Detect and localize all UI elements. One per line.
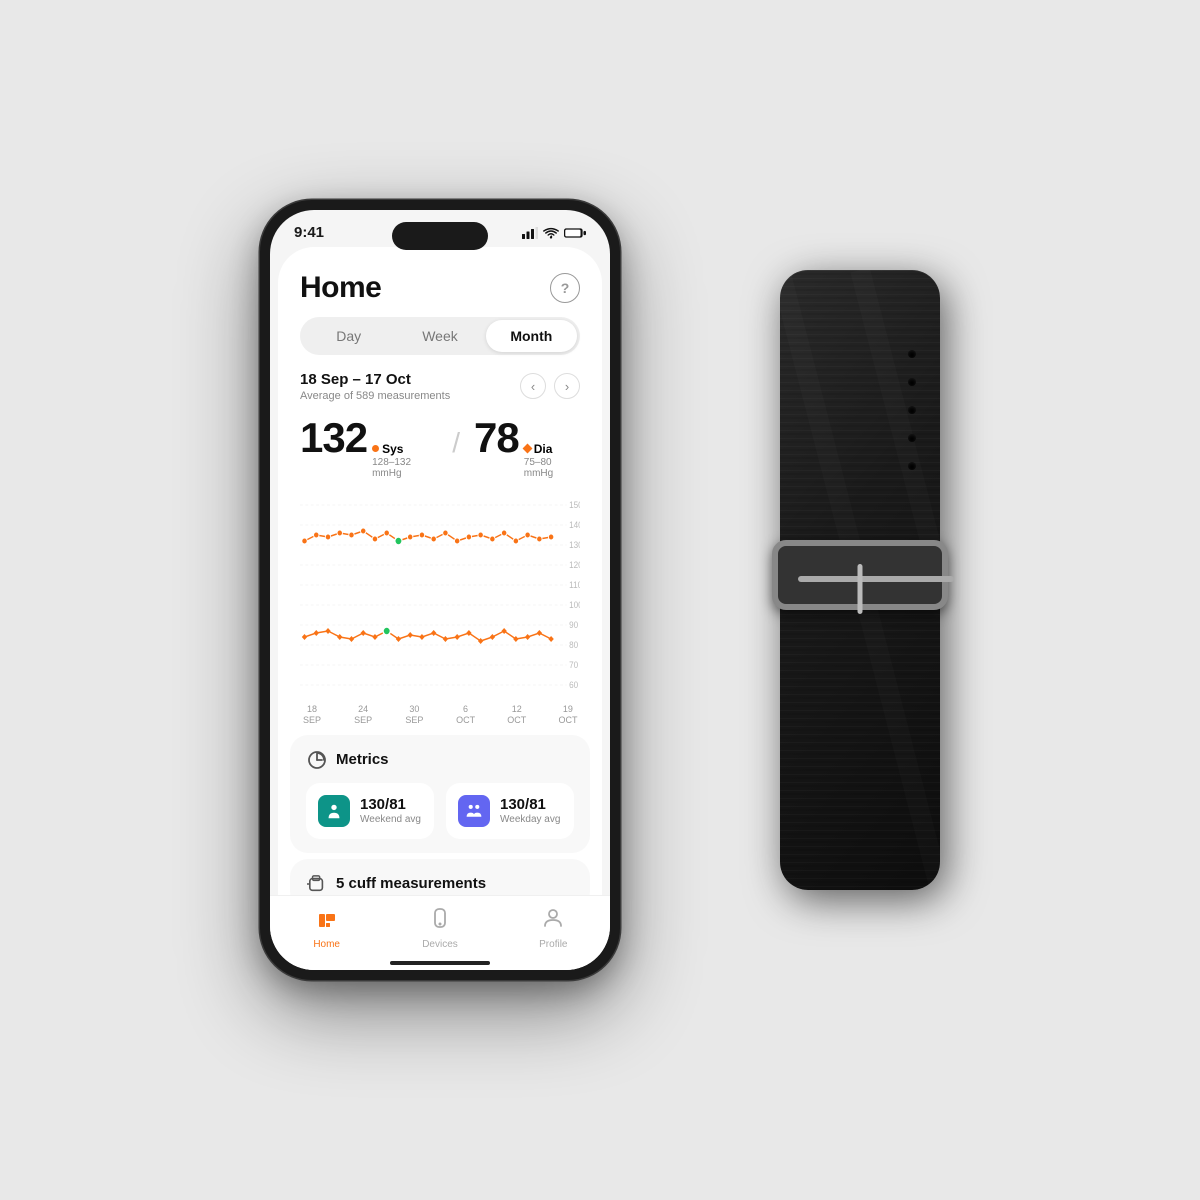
band-holes: [908, 350, 916, 470]
prev-arrow[interactable]: ‹: [520, 373, 546, 399]
dia-value: 78: [474, 414, 519, 462]
sys-group: 132 Sys 128–132 mmHg: [300, 414, 438, 479]
date-sub: Average of 589 measurements: [300, 390, 450, 402]
weekend-metric: 130/81 Weekend avg: [306, 783, 434, 839]
profile-nav-label: Profile: [539, 939, 567, 950]
notch: [392, 222, 488, 250]
nav-home[interactable]: Home: [278, 906, 383, 950]
weekday-icon: [458, 795, 490, 827]
x-label-3: 30SEP: [402, 704, 426, 727]
watch-band: [760, 270, 970, 950]
x-label-4: 6OCT: [454, 704, 478, 727]
status-time: 9:41: [294, 224, 324, 241]
date-label: 18 Sep – 17 Oct: [300, 371, 450, 388]
weekend-icon: [318, 795, 350, 827]
sys-range: 128–132 mmHg: [372, 457, 438, 479]
devices-nav-icon: [428, 906, 452, 936]
cuff-title: 5 cuff measurements: [336, 875, 486, 892]
svg-text:110: 110: [569, 579, 580, 589]
home-nav-icon: [315, 906, 339, 936]
weekend-label: Weekend avg: [360, 814, 421, 825]
band-hole-3: [908, 406, 916, 414]
weekday-metric: 130/81 Weekday avg: [446, 783, 574, 839]
chart-container: 150 140 130 120 110 100 90 80 70 60: [278, 489, 602, 700]
app-title: Home: [300, 271, 381, 305]
battery-icon: [564, 227, 586, 239]
dia-label: Dia: [524, 442, 580, 456]
svg-text:90: 90: [569, 619, 578, 629]
scene: 9:41: [200, 150, 1000, 1050]
x-label-2: 24SEP: [351, 704, 375, 727]
metrics-title: Metrics: [336, 751, 389, 768]
dia-range: 75–80 mmHg: [524, 457, 580, 479]
status-bar: 9:41: [270, 210, 610, 241]
tab-month[interactable]: Month: [486, 320, 577, 352]
metrics-card: Metrics 13: [290, 735, 590, 853]
bp-chart: 150 140 130 120 110 100 90 80 70 60: [300, 489, 580, 689]
help-button[interactable]: ?: [550, 273, 580, 303]
phone-inner: 9:41: [270, 210, 610, 970]
bottom-nav: Home Devices: [278, 895, 602, 970]
x-label-6: 19OCT: [556, 704, 580, 727]
buckle-pin: [858, 564, 863, 614]
screen: Home ? Day Week Month: [278, 247, 602, 970]
weekday-value: 130/81: [500, 796, 560, 813]
svg-text:120: 120: [569, 559, 580, 569]
status-icons: [522, 227, 586, 239]
weekend-value: 130/81: [360, 796, 421, 813]
bp-reading: 132 Sys 128–132 mmHg / 78: [278, 410, 602, 489]
band-buckle: [762, 530, 958, 620]
next-arrow[interactable]: ›: [554, 373, 580, 399]
metrics-icon: [306, 749, 328, 771]
cuff-icon: [306, 873, 328, 895]
weekday-label: Weekday avg: [500, 814, 560, 825]
sys-detail: Sys 128–132 mmHg: [372, 442, 438, 479]
wifi-icon: [543, 227, 559, 239]
nav-arrows: ‹ ›: [520, 373, 580, 399]
sys-label: Sys: [372, 442, 438, 456]
sys-dot: [372, 445, 379, 452]
screen-scroll[interactable]: Home ? Day Week Month: [278, 255, 602, 970]
metrics-header: Metrics: [306, 749, 574, 771]
nav-devices[interactable]: Devices: [383, 906, 496, 950]
home-indicator: [390, 961, 490, 965]
x-label-1: 18SEP: [300, 704, 324, 727]
signal-icon: [522, 227, 538, 239]
profile-nav-icon: [541, 906, 565, 936]
weekend-info: 130/81 Weekend avg: [360, 796, 421, 825]
svg-text:130: 130: [569, 539, 580, 549]
buckle-bar: [798, 576, 954, 582]
bp-divider: /: [452, 427, 460, 459]
svg-text:60: 60: [569, 679, 578, 688]
metrics-row: 130/81 Weekend avg: [306, 783, 574, 839]
buckle-frame: [772, 540, 948, 610]
svg-text:140: 140: [569, 519, 580, 529]
dia-detail: Dia 75–80 mmHg: [524, 442, 580, 479]
band-hole-2: [908, 378, 916, 386]
home-nav-label: Home: [313, 939, 340, 950]
dia-dot: [522, 444, 532, 454]
tab-week[interactable]: Week: [394, 320, 485, 352]
x-label-5: 12OCT: [505, 704, 529, 727]
svg-text:80: 80: [569, 639, 578, 649]
dia-group: 78 Dia 75–80 mmHg: [474, 414, 580, 479]
band-hole-1: [908, 350, 916, 358]
band-hole-4: [908, 434, 916, 442]
weekday-info: 130/81 Weekday avg: [500, 796, 560, 825]
app-header: Home ?: [278, 255, 602, 313]
x-axis-labels: 18SEP 24SEP 30SEP 6OCT 12OCT 19OCT: [278, 700, 602, 727]
svg-text:150: 150: [569, 499, 580, 509]
period-tabs: Day Week Month: [300, 317, 580, 355]
svg-text:70: 70: [569, 659, 578, 669]
cuff-header: 5 cuff measurements: [306, 873, 574, 895]
band-hole-5: [908, 462, 916, 470]
sys-value: 132: [300, 414, 367, 462]
nav-profile[interactable]: Profile: [497, 906, 602, 950]
svg-text:100: 100: [569, 599, 580, 609]
devices-nav-label: Devices: [422, 939, 458, 950]
phone-shell: 9:41: [260, 200, 620, 980]
date-section: 18 Sep – 17 Oct Average of 589 measureme…: [278, 367, 602, 410]
tab-day[interactable]: Day: [303, 320, 394, 352]
